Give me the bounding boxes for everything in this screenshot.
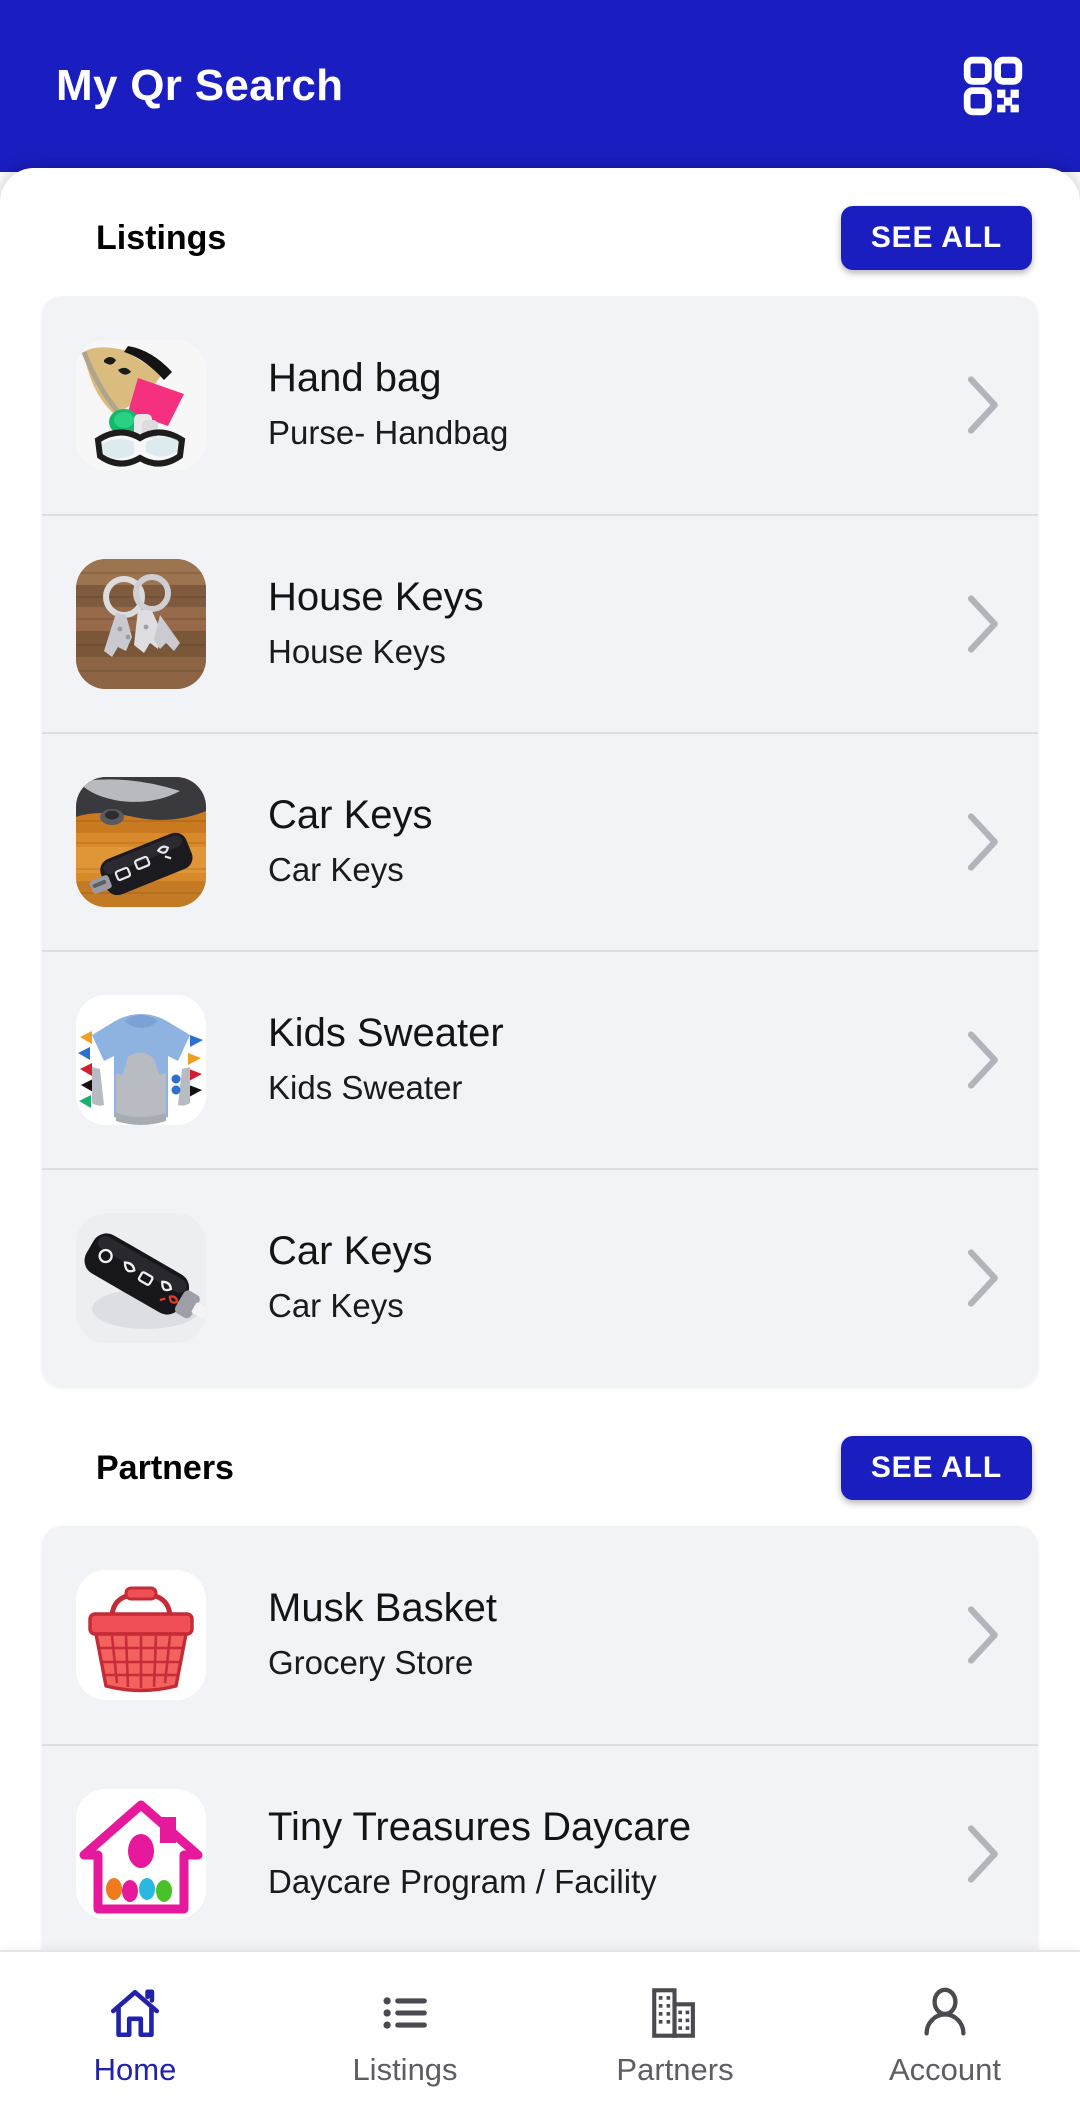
nav-item-home[interactable]: Home (0, 1952, 270, 2116)
app-bar: My Qr Search (0, 0, 1080, 172)
list-item-text: Tiny Treasures Daycare Daycare Program /… (206, 1804, 950, 1903)
app-root: My Qr Search Listings SEE ALL Hand bag P… (0, 0, 1080, 2116)
content-sheet: Listings SEE ALL Hand bag Purse- Handbag… (0, 168, 1080, 2116)
list-item-title: Car Keys (268, 1229, 433, 1274)
list-item[interactable]: Tiny Treasures Daycare Daycare Program /… (42, 1744, 1038, 1962)
list-item-title: House Keys (268, 575, 484, 620)
list-item-text: Car Keys Car Keys (206, 1228, 950, 1327)
chevron-right-icon[interactable] (960, 1247, 1004, 1309)
listings-title: Listings (96, 218, 227, 257)
list-item-subtitle: Kids Sweater (268, 1069, 463, 1107)
list-item-subtitle: Grocery Store (268, 1644, 474, 1682)
kids-sweater-photo (76, 995, 206, 1125)
list-item-text: House Keys House Keys (206, 574, 950, 673)
nav-item-listings[interactable]: Listings (270, 1952, 540, 2116)
car-key-white-photo (76, 1213, 206, 1343)
page-title: My Qr Search (56, 61, 344, 110)
listings-see-all-button[interactable]: SEE ALL (840, 206, 1032, 270)
list-item[interactable]: House Keys House Keys (42, 514, 1038, 732)
list-item-title: Hand bag (268, 356, 442, 401)
qr-code-icon[interactable] (962, 55, 1024, 117)
list-item-title: Car Keys (268, 793, 433, 838)
buildings-icon (646, 1984, 704, 2042)
home-icon (106, 1984, 164, 2042)
chevron-right-icon[interactable] (960, 1823, 1004, 1885)
chevron-right-icon[interactable] (960, 374, 1004, 436)
partners-see-all-button[interactable]: SEE ALL (840, 1436, 1032, 1500)
partners-title: Partners (96, 1448, 234, 1487)
scroll-container[interactable]: Listings SEE ALL Hand bag Purse- Handbag… (0, 168, 1080, 2116)
chevron-right-icon[interactable] (960, 811, 1004, 873)
person-icon (916, 1984, 974, 2042)
nav-label-account: Account (888, 2051, 1001, 2087)
list-item-text: Kids Sweater Kids Sweater (206, 1010, 950, 1109)
partners-card: Musk Basket Grocery Store Tiny Treasures… (42, 1526, 1038, 1962)
partners-section-header: Partners SEE ALL (0, 1420, 1080, 1516)
car-key-wood-photo (76, 777, 206, 907)
grocery-basket-logo (76, 1570, 206, 1700)
nav-label-listings: Listings (352, 2051, 458, 2087)
list-item-text: Car Keys Car Keys (206, 792, 950, 891)
chevron-right-icon[interactable] (960, 1029, 1004, 1091)
list-item-subtitle: Purse- Handbag (268, 414, 509, 452)
list-item-title: Kids Sweater (268, 1011, 504, 1056)
list-item-subtitle: Daycare Program / Facility (268, 1863, 657, 1901)
list-item-subtitle: Car Keys (268, 1287, 404, 1325)
listings-card: Hand bag Purse- Handbag House Keys House… (42, 296, 1038, 1386)
chevron-right-icon[interactable] (960, 1604, 1004, 1666)
list-item[interactable]: Hand bag Purse- Handbag (42, 296, 1038, 514)
daycare-house-logo (76, 1789, 206, 1919)
list-icon (376, 1984, 434, 2042)
list-item-text: Hand bag Purse- Handbag (206, 355, 950, 454)
nav-item-partners[interactable]: Partners (540, 1952, 810, 2116)
bottom-navigation-bar: Home Listings Partners Account (0, 1950, 1080, 2116)
list-item-title: Musk Basket (268, 1586, 497, 1631)
nav-label-partners: Partners (616, 2051, 734, 2087)
handbag-photo (76, 340, 206, 470)
list-item[interactable]: Musk Basket Grocery Store (42, 1526, 1038, 1744)
house-keys-photo (76, 559, 206, 689)
list-item-title: Tiny Treasures Daycare (268, 1805, 692, 1850)
nav-item-account[interactable]: Account (810, 1952, 1080, 2116)
listings-section-header: Listings SEE ALL (0, 190, 1080, 286)
nav-label-home: Home (93, 2051, 177, 2087)
list-item[interactable]: Car Keys Car Keys (42, 732, 1038, 950)
chevron-right-icon[interactable] (960, 593, 1004, 655)
list-item-text: Musk Basket Grocery Store (206, 1585, 950, 1684)
list-item[interactable]: Car Keys Car Keys (42, 1168, 1038, 1386)
list-item[interactable]: Kids Sweater Kids Sweater (42, 950, 1038, 1168)
list-item-subtitle: Car Keys (268, 851, 404, 889)
list-item-subtitle: House Keys (268, 633, 446, 671)
